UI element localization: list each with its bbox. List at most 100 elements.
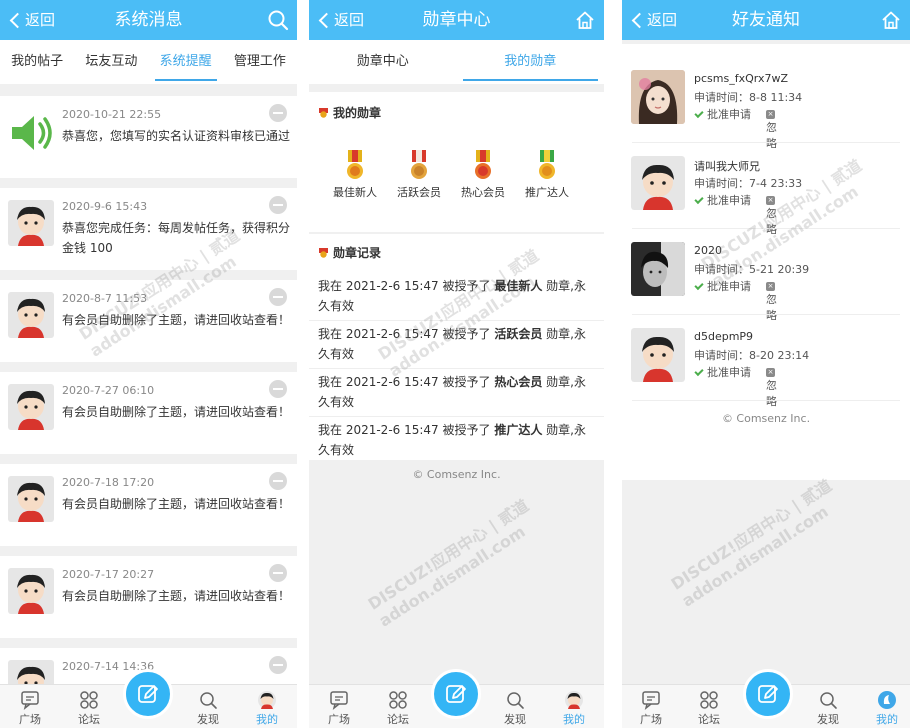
avatar [631, 242, 685, 296]
back-button[interactable]: 返回 [6, 0, 55, 40]
search-icon [820, 692, 837, 709]
tab-medal-center[interactable]: 勋章中心 [309, 40, 457, 84]
medal-icon [411, 150, 427, 179]
avatar [8, 476, 54, 522]
friend-request: pcsms_fxQrx7wZ 申请时间：8-8 11:34 批准申请 ×忽略 [622, 62, 910, 150]
nav-mine[interactable]: 我的 [554, 685, 594, 728]
friend-request: 请叫我大师兄 申请时间：7-4 23:33 批准申请 ×忽略 [622, 148, 910, 236]
request-actions: 批准申请 ×忽略 [694, 192, 777, 236]
ignore-button[interactable]: ×忽略 [766, 106, 779, 151]
screenshot-collage: 返回 系统消息 我的帖子 坛友互动 系统提醒 管理工作 2020-10-21 2… [0, 0, 910, 728]
delete-icon[interactable] [269, 656, 287, 674]
nav-plaza[interactable]: 广场 [631, 685, 671, 728]
approve-button[interactable]: 批准申请 [694, 280, 751, 293]
back-button[interactable]: 返回 [628, 0, 677, 40]
home-icon[interactable] [880, 9, 902, 31]
request-time: 申请时间：8-20 23:14 [694, 349, 810, 362]
ignore-button[interactable]: ×忽略 [766, 278, 779, 323]
bottom-nav: 广场 论坛 发现 我的 [309, 669, 604, 728]
avatar [631, 156, 685, 210]
list-item[interactable]: 2020-7-18 17:20 有会员自助删除了主题，请进回收站查看！ [0, 464, 297, 546]
back-button[interactable]: 返回 [315, 0, 364, 40]
approve-button[interactable]: 批准申请 [694, 366, 751, 379]
approve-button[interactable]: 批准申请 [694, 194, 751, 207]
delete-icon[interactable] [269, 196, 287, 214]
list-item[interactable]: 2020-7-17 20:27 有会员自助删除了主题，请进回收站查看！ [0, 556, 297, 638]
close-icon: × [766, 282, 775, 291]
nav-discover[interactable]: 发现 [808, 685, 848, 728]
home-icon[interactable] [574, 9, 596, 31]
medal-icon [539, 150, 555, 179]
my-medals-section: 我的勋章 最佳新人 活跃会员 热心会员 推广达人 [309, 92, 604, 232]
post-button[interactable] [431, 669, 481, 719]
request-actions: 批准申请 ×忽略 [694, 278, 777, 322]
nav-forum[interactable]: 论坛 [378, 685, 418, 728]
divider [309, 368, 604, 369]
notice-text: 有会员自助删除了主题，请进回收站查看！ [62, 589, 291, 603]
nav-forum[interactable]: 论坛 [69, 685, 109, 728]
avatar [8, 200, 54, 246]
search-icon[interactable] [267, 9, 289, 31]
nav-plaza[interactable]: 广场 [10, 685, 50, 728]
tab-management[interactable]: 管理工作 [223, 40, 297, 84]
nav-discover[interactable]: 发现 [495, 685, 535, 728]
nav-label: 广场 [328, 713, 350, 726]
delete-icon[interactable] [269, 380, 287, 398]
chat-bubble-icon [330, 691, 348, 710]
nav-label: 我的 [256, 713, 278, 726]
medal-name: 热心会员 [461, 186, 505, 199]
delete-icon[interactable] [269, 564, 287, 582]
list-item[interactable]: 2020-7-27 06:10 有会员自助删除了主题，请进回收站查看！ [0, 372, 297, 454]
message-tabs: 我的帖子 坛友互动 系统提醒 管理工作 [0, 40, 297, 84]
divider [309, 320, 604, 321]
notice-time: 2020-9-6 15:43 [62, 200, 148, 213]
delete-icon[interactable] [269, 288, 287, 306]
ignore-button[interactable]: ×忽略 [766, 364, 779, 409]
tab-my-posts[interactable]: 我的帖子 [0, 40, 74, 84]
list-item[interactable]: 2020-9-6 15:43 恭喜您完成任务：每周发帖任务，获得积分 金钱 10… [0, 188, 297, 270]
chevron-left-icon [318, 12, 335, 29]
nav-mine[interactable]: 我的 [247, 685, 287, 728]
chevron-left-icon [9, 12, 26, 29]
tab-interaction[interactable]: 坛友互动 [74, 40, 148, 84]
avatar [8, 568, 54, 614]
list-item[interactable]: 2020-10-21 22:55 恭喜您，您填写的实名认证资料审核已通过 [0, 96, 297, 178]
tab-system-reminders[interactable]: 系统提醒 [149, 40, 223, 84]
delete-icon[interactable] [269, 104, 287, 122]
friend-name: 2020 [694, 244, 722, 257]
medal-record: 我在 2021-2-6 15:47 被授予了 推广达人 勋章,永久有效 [318, 423, 586, 457]
post-button[interactable] [123, 669, 173, 719]
close-icon: × [766, 368, 775, 377]
medal-icon [347, 150, 363, 179]
avatar-icon [565, 691, 583, 709]
tab-my-medals[interactable]: 我的勋章 [457, 40, 605, 84]
friend-name: 请叫我大师兄 [694, 160, 760, 173]
nav-discover[interactable]: 发现 [188, 685, 228, 728]
speaker-icon [12, 116, 52, 150]
check-icon [694, 108, 704, 119]
nav-mine[interactable]: 我的 [867, 685, 907, 728]
ignore-button[interactable]: ×忽略 [766, 192, 779, 237]
medal-icon [319, 248, 328, 258]
watermark: DISCUZ!应用中心 | 贰道 addon.dismall.com [364, 495, 533, 631]
approve-button[interactable]: 批准申请 [694, 108, 751, 121]
back-label: 返回 [334, 11, 365, 29]
delete-icon[interactable] [269, 472, 287, 490]
list-item[interactable]: 2020-8-7 11:53 有会员自助删除了主题，请进回收站查看！ [0, 280, 297, 362]
notice-text: 恭喜您完成任务：每周发帖任务，获得积分 金钱 100 [62, 221, 291, 255]
medal-records-section: 勋章记录 我在 2021-2-6 15:47 被授予了 最佳新人 勋章,永久有效… [309, 234, 604, 460]
medal-record: 我在 2021-2-6 15:47 被授予了 热心会员 勋章,永久有效 [318, 375, 586, 409]
medal-name: 推广达人 [525, 186, 569, 199]
friend-name: d5depmP9 [694, 330, 754, 343]
notice-time: 2020-7-18 17:20 [62, 476, 155, 489]
post-button[interactable] [743, 669, 793, 719]
nav-label: 发现 [197, 713, 219, 726]
nav-forum[interactable]: 论坛 [689, 685, 729, 728]
close-icon: × [766, 110, 775, 119]
medal-record: 我在 2021-2-6 15:47 被授予了 最佳新人 勋章,永久有效 [318, 279, 586, 313]
medal-tabs: 勋章中心 我的勋章 [309, 40, 604, 84]
nav-label: 广场 [19, 713, 41, 726]
request-actions: 批准申请 ×忽略 [694, 364, 777, 408]
divider [632, 314, 900, 315]
nav-plaza[interactable]: 广场 [319, 685, 359, 728]
